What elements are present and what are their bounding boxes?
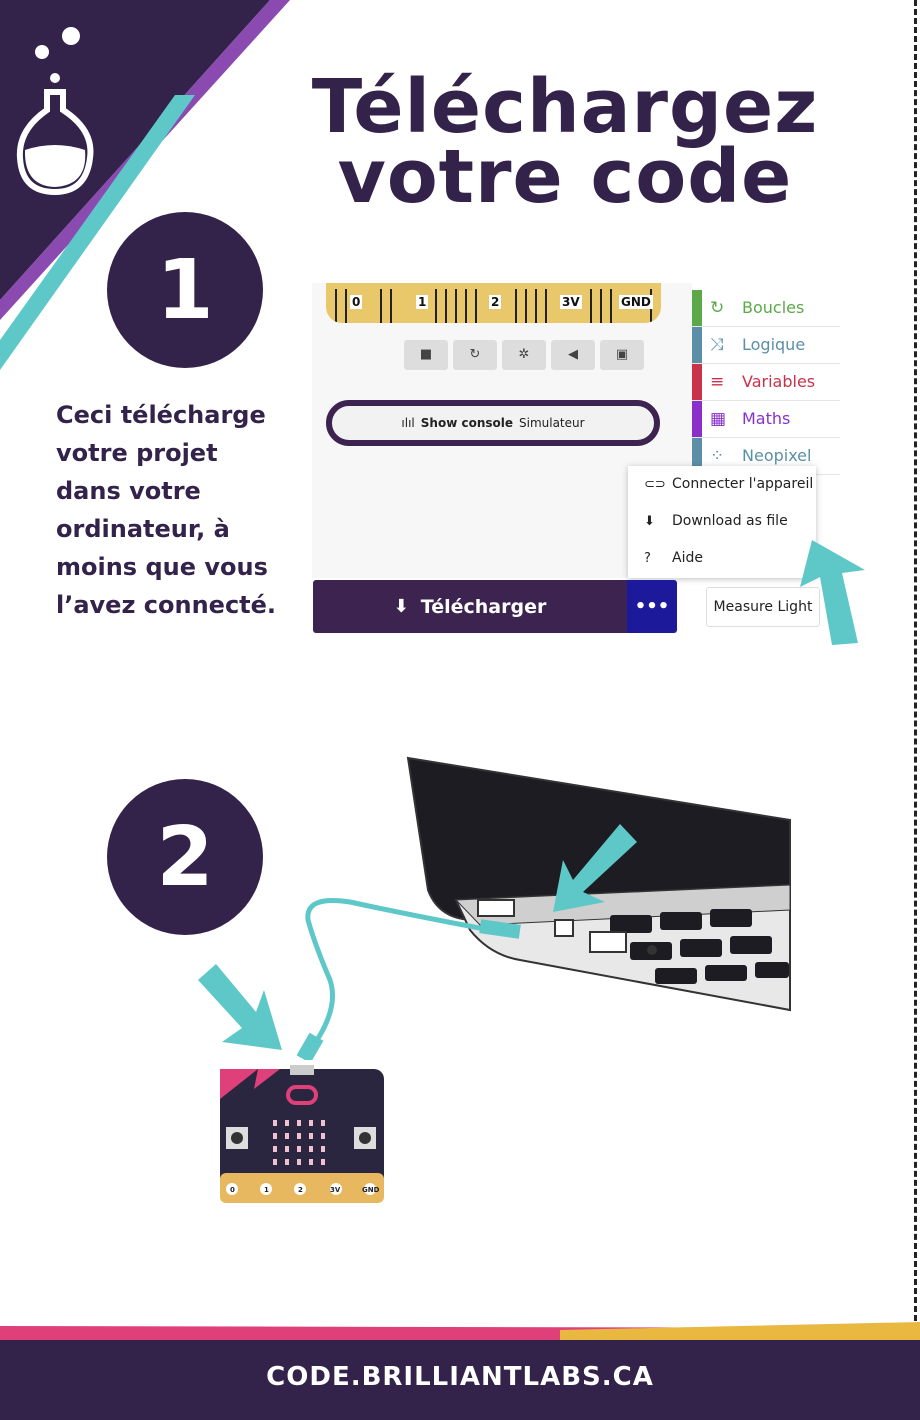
title-line-2: votre code [337, 134, 793, 220]
category-label: Variables [742, 372, 816, 391]
arrow-down-left-icon [553, 824, 637, 912]
pin-label: 3V [560, 295, 582, 309]
step-1-description: Ceci télécharge votre projet dans votre … [56, 396, 296, 624]
step-1-number: 1 [156, 242, 214, 338]
board-pin-label: GND [362, 1186, 380, 1194]
board-pin-label: 1 [264, 1186, 269, 1194]
menu-item-label: Aide [672, 550, 703, 566]
pin-label: 1 [416, 295, 429, 309]
simulator-label: Simulateur [519, 416, 585, 430]
arrow-down-right-icon [198, 964, 282, 1050]
title-line-1: Téléchargez [311, 64, 819, 150]
desc-line: l’avez connecté. [56, 591, 277, 619]
menu-item-connect[interactable]: ⊂⊃ Connecter l'appareil [628, 466, 816, 503]
category-boucles[interactable]: ↻ Boucles [692, 290, 840, 327]
microbit-board [220, 1065, 384, 1203]
cut-line [914, 0, 917, 1330]
restart-icon[interactable]: ↻ [453, 340, 497, 370]
download-button[interactable]: ⬇ Télécharger [313, 580, 627, 633]
board-pin-label: 0 [230, 1186, 235, 1194]
footer-url[interactable]: CODE.BRILLIANTLABS.CA [0, 1362, 920, 1392]
debug-icon[interactable]: ✲ [502, 340, 546, 370]
toolbox-categories: ↻ Boucles ⤨ Logique ≡ Variables ▦ Maths ⁘ Neo… [692, 290, 840, 475]
show-console-label: Show console [420, 416, 513, 430]
grid-icon: ▦ [710, 409, 727, 429]
simulator-toolbar: ■ ↻ ✲ ◀ ▣ [404, 340, 649, 370]
more-options-button[interactable]: ••• [627, 580, 677, 633]
desc-line: votre projet [56, 439, 218, 467]
usb-cable [296, 898, 521, 1060]
pin-label: 0 [350, 295, 363, 309]
page-title: Téléchargez votre code [260, 64, 870, 220]
download-file-icon: ⬇ [644, 514, 655, 529]
category-variables[interactable]: ≡ Variables [692, 364, 840, 401]
simulator-pin-strip: 0 1 2 3V GND [326, 283, 661, 323]
loop-icon: ↻ [710, 298, 725, 318]
step-2-badge: 2 [107, 779, 263, 935]
more-options-label: ••• [634, 596, 670, 617]
step-1-badge: 1 [107, 212, 263, 368]
board-pin-labels: 0 1 2 3V GND [218, 1186, 386, 1200]
category-label: Maths [742, 409, 791, 428]
desc-line: ordinateur, à [56, 515, 230, 543]
pin-label: 2 [489, 295, 502, 309]
desc-line: Ceci télécharge [56, 401, 266, 429]
menu-item-label: Connecter l'appareil [672, 476, 814, 492]
help-icon: ? [644, 551, 651, 566]
link-icon: ⊂⊃ [644, 477, 666, 492]
download-file-icon: ⬇ [393, 596, 409, 617]
category-label: Logique [742, 335, 806, 354]
shuffle-icon: ⤨ [710, 335, 724, 355]
step-2-number: 2 [156, 809, 214, 905]
chart-bars-icon: ılıl [401, 416, 415, 430]
board-pin-label: 2 [298, 1186, 303, 1194]
category-label: Neopixel [742, 446, 812, 465]
desc-line: dans votre [56, 477, 201, 505]
board-pin-label: 3V [330, 1186, 341, 1194]
desc-line: moins que vous [56, 553, 268, 581]
list-icon: ≡ [710, 372, 725, 392]
category-maths[interactable]: ▦ Maths [692, 401, 840, 438]
stop-icon[interactable]: ■ [404, 340, 448, 370]
arrow-up-left-icon [800, 540, 865, 645]
pin-label: GND [619, 295, 653, 309]
download-button-label: Télécharger [420, 595, 547, 618]
menu-item-label: Download as file [672, 513, 788, 529]
fullscreen-icon[interactable]: ▣ [600, 340, 644, 370]
category-logique[interactable]: ⤨ Logique [692, 327, 840, 364]
category-label: Boucles [742, 298, 805, 317]
sound-icon[interactable]: ◀ [551, 340, 595, 370]
show-console-button[interactable]: ılıl Show console Simulateur [326, 400, 660, 446]
